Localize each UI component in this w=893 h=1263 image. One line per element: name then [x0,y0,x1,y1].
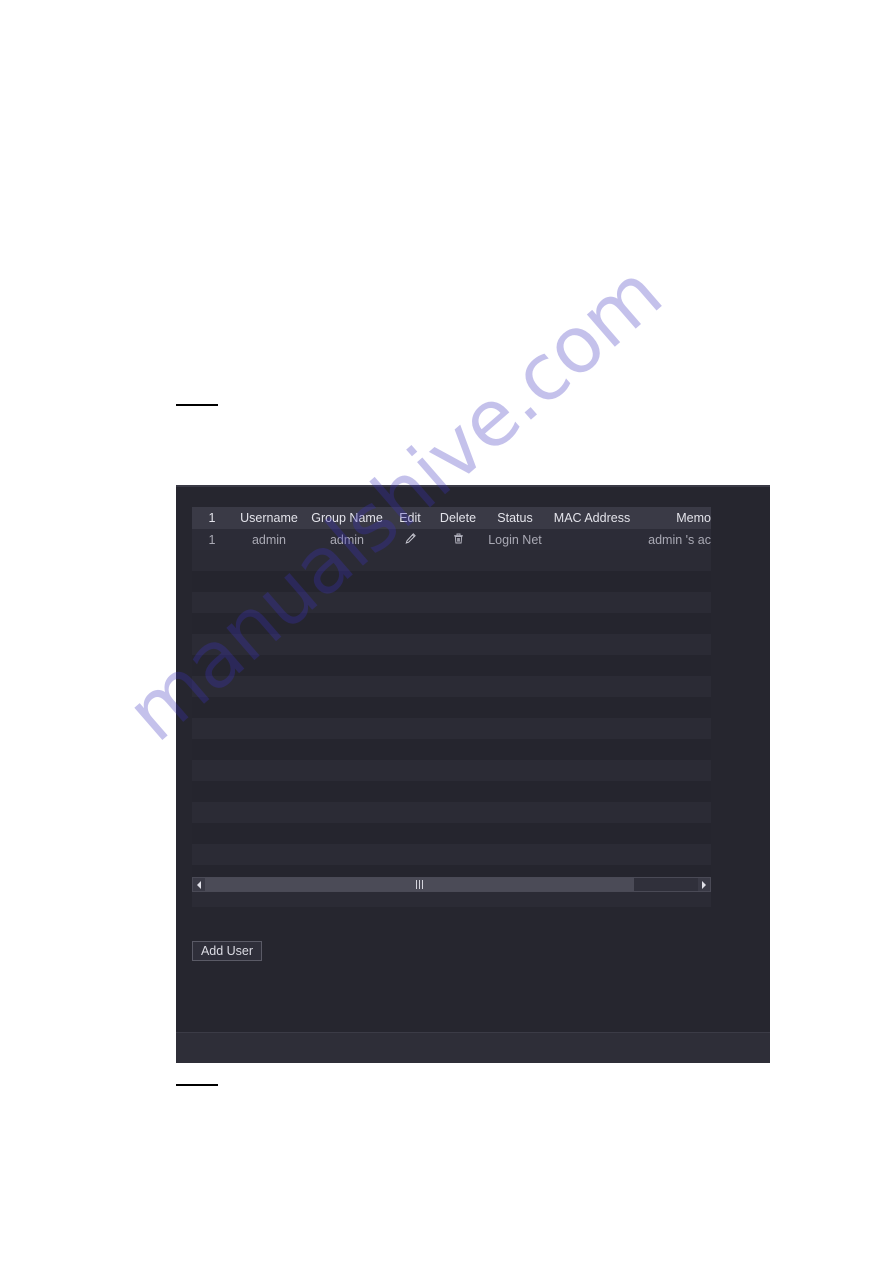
cell-index: 1 [208,532,216,547]
table-row-empty[interactable] [192,550,711,571]
user-table: 1 Username Group Name Edit Delete Status… [192,507,711,907]
panel-footer-bar [176,1032,770,1063]
user-management-panel: 1 Username Group Name Edit Delete Status… [176,485,770,1063]
column-header-delete[interactable]: Delete [432,511,484,525]
add-user-button[interactable]: Add User [192,941,262,961]
column-header-group-name[interactable]: Group Name [306,511,388,525]
scrollbar-track[interactable] [205,878,698,891]
table-row[interactable]: 1 admin admin Login Net admin 's ac [192,529,711,550]
column-header-status[interactable]: Status [484,511,546,525]
cell-group-name: admin [329,532,365,547]
column-header-index[interactable]: 1 [192,511,232,525]
empty-rows-container [192,550,711,907]
table-row-empty[interactable] [192,655,711,676]
cell-memo: admin 's ac [648,532,711,547]
caret-right-icon[interactable] [698,878,710,891]
table-row-empty[interactable] [192,718,711,739]
caret-left-icon[interactable] [193,878,205,891]
table-row-empty[interactable] [192,739,711,760]
table-row-empty[interactable] [192,676,711,697]
column-header-edit[interactable]: Edit [388,511,432,525]
table-row-empty[interactable] [192,823,711,844]
table-row-empty[interactable] [192,571,711,592]
table-row-empty[interactable] [192,697,711,718]
column-header-mac-address[interactable]: MAC Address [546,511,638,525]
redaction-line-top [176,404,218,406]
table-row-empty[interactable] [192,760,711,781]
table-header-row: 1 Username Group Name Edit Delete Status… [192,507,711,529]
table-row-empty[interactable] [192,634,711,655]
table-row-empty[interactable] [192,592,711,613]
column-header-username[interactable]: Username [232,511,306,525]
trash-icon[interactable] [453,533,464,544]
panel-body: 1 Username Group Name Edit Delete Status… [176,487,770,1033]
table-row-empty[interactable] [192,781,711,802]
cell-status: Login Net [488,532,542,547]
scrollbar-thumb[interactable] [205,878,634,891]
pencil-icon[interactable] [405,532,416,544]
table-row-empty[interactable] [192,844,711,865]
column-header-memo[interactable]: Memo [638,511,711,525]
cell-username: admin [251,532,287,547]
redaction-line-bottom [176,1084,218,1086]
table-row-empty[interactable] [192,613,711,634]
horizontal-scrollbar[interactable] [192,877,711,892]
scrollbar-grip [415,880,423,889]
table-row-empty[interactable] [192,802,711,823]
